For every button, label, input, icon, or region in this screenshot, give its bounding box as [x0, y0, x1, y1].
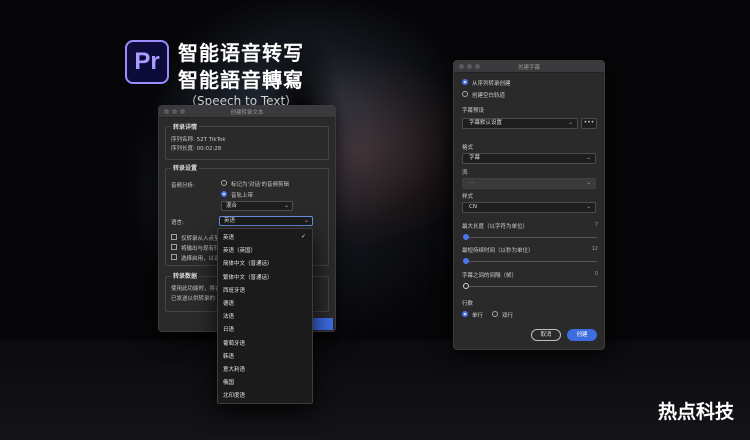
checkbox-merge-output[interactable]	[171, 244, 177, 250]
chevron-down-icon: ⌄	[586, 155, 591, 161]
preset-more-button[interactable]: •••	[581, 118, 597, 129]
chevron-down-icon: ⌄	[586, 204, 591, 210]
brand-watermark: 热点科技	[657, 401, 734, 423]
format-label: 格式	[462, 145, 474, 151]
language-option[interactable]: 俄国	[223, 378, 234, 386]
language-option[interactable]: 西班牙语	[223, 286, 245, 294]
format-select-value: 字幕	[469, 155, 481, 161]
double-line-label: 双行	[502, 313, 514, 319]
window-controls	[459, 64, 480, 69]
chevron-down-icon: ⌄	[568, 120, 573, 126]
gap-slider-track[interactable]	[463, 286, 597, 287]
min-duration-value: 12	[591, 246, 598, 252]
settings-section-label: 转录设置	[171, 163, 200, 172]
style-select[interactable]: CN ⌄	[462, 202, 596, 213]
gap-slider-knob[interactable]	[463, 283, 469, 289]
min-duration-label: 最短持续时间（以秒为单位）	[462, 248, 534, 254]
lines-label: 行数	[462, 301, 474, 307]
language-select[interactable]: 英语 ⌄	[219, 216, 313, 226]
language-option[interactable]: 英语（英国）	[223, 246, 256, 254]
caption-dialog: 创建字幕 从序列转录创建 创建空白轨道 字幕预设 字幕默认设置 ⌄ ••• 格式…	[453, 60, 605, 350]
option-from-transcript: 从序列转录创建	[472, 81, 511, 87]
details-section	[165, 126, 329, 160]
data-section-label: 转录数据	[171, 271, 200, 280]
format-select[interactable]: 字幕 ⌄	[462, 153, 596, 164]
cancel-button[interactable]: 取消	[531, 329, 561, 341]
sequence-name: 序列名称: 52T TikTok	[171, 137, 226, 143]
language-dropdown: 英语英语（英国） 简体中文（普通话） 繁体中文（普通话） 西班牙语德语法语日语葡萄牙语…	[217, 228, 313, 404]
checkmark-icon: ✓	[300, 233, 306, 240]
radio-marked-dialogue[interactable]	[221, 180, 227, 186]
checkbox-merge-output-label: 将输出与现有转	[181, 246, 220, 252]
checkbox-recognize-label: 选择启用，以识	[181, 256, 220, 262]
chevron-down-icon: ⌄	[303, 217, 309, 224]
preset-select[interactable]: 字幕默认设置 ⌄	[462, 118, 578, 129]
radio-double-line[interactable]	[492, 311, 498, 317]
min-duration-slider-track[interactable]	[463, 261, 597, 262]
language-option[interactable]: 法语	[223, 312, 234, 320]
radio-audio-track[interactable]	[221, 191, 227, 197]
language-select-value: 英语	[224, 218, 236, 224]
caption-dialog-title: 创建字幕	[517, 64, 540, 71]
language-label: 语言:	[171, 220, 184, 226]
close-dot-icon[interactable]	[459, 64, 464, 69]
mix-select[interactable]: 混合 ⌄	[221, 201, 293, 211]
transcribe-dialog-titlebar: 创建转录文本	[159, 106, 335, 118]
style-label: 样式	[462, 194, 474, 200]
language-option[interactable]: 英语	[223, 233, 234, 241]
gap-value: 0	[594, 271, 598, 277]
language-option[interactable]: 葡萄牙语	[223, 339, 245, 347]
option-marked-dialogue: 标记为'对话'的音频剪辑	[231, 182, 290, 188]
max-length-value: 7	[594, 222, 598, 228]
minimize-dot-icon[interactable]	[467, 64, 472, 69]
radio-single-line[interactable]	[462, 311, 468, 317]
radio-from-transcript[interactable]	[462, 79, 468, 85]
language-option[interactable]: 简体中文（普通话）	[223, 259, 273, 267]
language-option[interactable]: 德语	[223, 299, 234, 307]
data-text-line-1: 使用此功能时，将会	[171, 286, 221, 292]
minimize-dot-icon[interactable]	[172, 109, 177, 114]
single-line-label: 单行	[472, 313, 484, 319]
create-button[interactable]: 创建	[567, 329, 597, 341]
transcribe-dialog-title: 创建转录文本	[230, 109, 264, 116]
language-option[interactable]: 意大利语	[223, 365, 245, 373]
title-simplified: 智能语音转写	[178, 41, 304, 65]
window-controls	[164, 109, 185, 114]
language-option[interactable]: 北印度语	[223, 391, 245, 399]
close-dot-icon[interactable]	[164, 109, 169, 114]
option-audio-track: 音轨上带	[231, 193, 254, 199]
title-traditional: 智能語音轉寫	[178, 68, 304, 92]
max-length-slider-knob[interactable]	[463, 234, 469, 240]
audio-analysis-label: 音频分析:	[171, 183, 195, 189]
zoom-dot-icon[interactable]	[180, 109, 185, 114]
sequence-length: 序列长度: 00:02:28	[171, 146, 222, 152]
mix-select-value: 混合	[226, 203, 238, 209]
details-section-label: 转录详情	[171, 122, 200, 131]
preset-select-value: 字幕默认设置	[469, 120, 503, 126]
max-length-label: 最大长度（以字符为单位）	[462, 224, 529, 230]
caption-dialog-titlebar: 创建字幕	[454, 61, 604, 73]
checkbox-in-to-out-label: 仅转录从入点至	[181, 236, 220, 242]
chevron-down-icon: ⌄	[586, 180, 591, 186]
checkbox-recognize[interactable]	[171, 254, 177, 260]
zoom-dot-icon[interactable]	[475, 64, 480, 69]
gap-label: 字幕之间的间隔（帧）	[462, 273, 518, 279]
premiere-logo: Pr	[125, 40, 169, 84]
style-select-value: CN	[469, 204, 477, 210]
preset-label: 字幕预设	[462, 108, 485, 114]
radio-blank-track[interactable]	[462, 91, 468, 97]
stream-select: — ⌄	[462, 178, 596, 189]
stream-label: 流	[462, 170, 468, 176]
stream-select-value: —	[469, 180, 475, 186]
chevron-down-icon: ⌄	[283, 202, 289, 209]
language-option[interactable]: 韩语	[223, 352, 234, 360]
data-text-line-2: 已发送以供转录的	[171, 296, 216, 302]
max-length-slider-track[interactable]	[463, 237, 597, 238]
floor	[0, 340, 750, 440]
checkbox-in-to-out[interactable]	[171, 234, 177, 240]
language-option[interactable]: 日语	[223, 325, 234, 333]
min-duration-slider-knob[interactable]	[463, 258, 469, 264]
language-option[interactable]: 繁体中文（普通话）	[223, 273, 273, 281]
option-blank-track: 创建空白轨道	[472, 93, 506, 99]
